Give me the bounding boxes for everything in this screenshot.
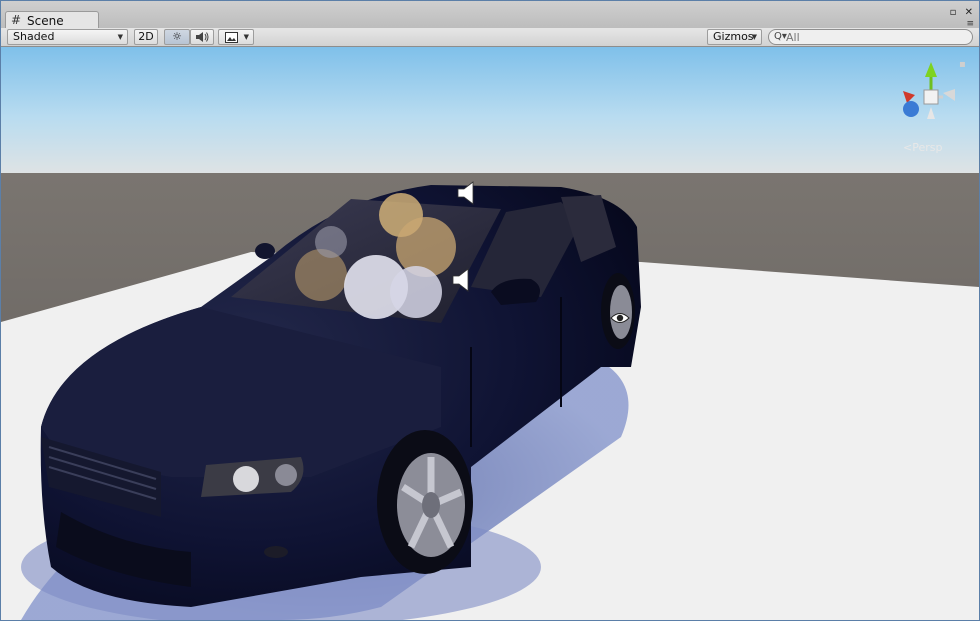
scene-toolbar: Shaded ▼ 2D ☼ ▼ Gizmos ▼ Q▾ All [1,28,979,47]
window-controls: ▫ ✕ [945,7,973,18]
search-field[interactable]: Q▾ [768,29,973,45]
x-axis-cone[interactable] [943,89,955,101]
image-icon [225,30,238,47]
speaker-icon [196,32,209,42]
speaker-icon[interactable] [451,268,471,292]
projection-label[interactable]: <Persp [903,141,942,154]
tab-scene[interactable]: # Scene [5,11,99,29]
sun-icon: ☼ [172,30,182,43]
effects-dropdown[interactable]: ▼ [218,29,254,45]
lighting-toggle-button[interactable]: ☼ [164,29,190,45]
gizmo-center-cube[interactable] [923,89,939,105]
search-input[interactable] [786,31,966,43]
x-neg-axis-cone[interactable] [903,91,915,103]
tab-bar: # Scene ▫ ✕ ≡ [1,1,979,29]
draw-mode-label: Shaded [13,30,55,43]
dropdown-arrow-icon: ▼ [117,33,123,41]
speaker-icon[interactable] [456,181,476,205]
scene-render [1,47,979,620]
gizmos-label: Gizmos [713,30,754,43]
2d-toggle-button[interactable]: 2D [134,29,158,45]
draw-mode-dropdown[interactable]: Shaded ▼ [7,29,128,45]
y-axis-cone[interactable] [925,62,937,77]
gizmos-dropdown[interactable]: Gizmos ▼ [707,29,762,45]
scene-window: # Scene ▫ ✕ ≡ Shaded ▼ 2D ☼ ▼ Gizmos ▼ Q… [0,0,980,621]
grid-icon: # [11,13,22,27]
close-icon[interactable]: ✕ [965,7,973,18]
maximize-icon[interactable]: ▫ [950,7,957,18]
z-axis-cone[interactable] [903,101,919,117]
audio-toggle-button[interactable] [190,29,214,45]
eye-icon[interactable] [610,311,630,325]
dropdown-arrow-icon: ▼ [243,33,249,41]
search-icon: Q▾ [774,31,787,42]
lock-icon[interactable]: ▪ [959,59,966,70]
tab-scene-label: Scene [27,14,64,28]
scene-viewport[interactable]: ▪ <Persp [1,47,979,620]
orientation-gizmo[interactable] [893,57,969,137]
dropdown-arrow-icon: ▼ [751,33,757,41]
